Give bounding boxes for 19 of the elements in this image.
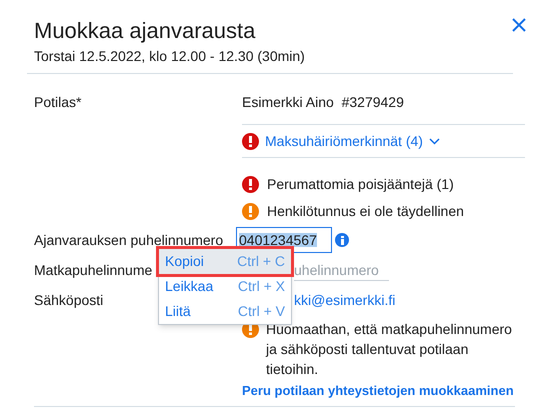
field-label: Matkapuhelinnume — [34, 262, 152, 278]
dialog-subtitle: Torstai 12.5.2022, klo 12.00 - 12.30 (30min) — [34, 47, 305, 66]
alert-icon — [242, 132, 259, 150]
payment-issues-link[interactable]: Maksuhäiriömerkinnät (4) — [265, 131, 440, 151]
email-value[interactable]: kki@esimerkki.fi — [294, 290, 396, 310]
menu-item[interactable]: Kopioi Ctrl + C — [159, 249, 291, 274]
info-icon[interactable] — [335, 233, 349, 247]
mobile-input[interactable]: uhelinnumero — [294, 259, 389, 281]
field-label: Ajanvarauksen puhelinnumero — [34, 233, 224, 247]
field-label: Sähköposti — [34, 292, 104, 308]
dialog-title: Muokkaa ajanvarausta — [34, 17, 256, 45]
close-icon[interactable] — [512, 18, 526, 32]
field-label: Potilas* — [34, 93, 82, 112]
patient-name: Esimerkki Aino #3279429 — [242, 92, 525, 125]
alert-text: Perumattomia poisjääntejä (1) — [267, 175, 454, 194]
cancel-edit-link[interactable]: Peru potilaan yhteystietojen muokkaaminen — [242, 381, 514, 401]
alert-text: Henkilötunnus ei ole täydellinen — [267, 202, 464, 221]
menu-item[interactable]: Leikkaa Ctrl + X — [159, 274, 291, 299]
chevron-down-icon — [428, 138, 440, 144]
